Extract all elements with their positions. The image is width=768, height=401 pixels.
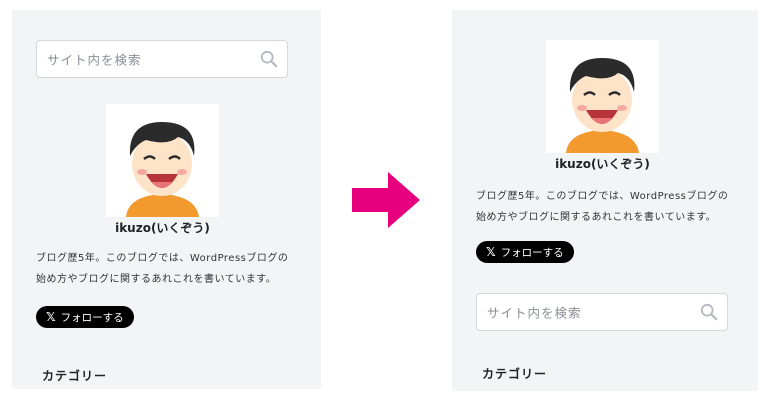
avatar: [546, 40, 659, 153]
x-logo-icon: 𝕏: [46, 310, 56, 324]
search-icon[interactable]: [700, 303, 718, 321]
x-follow-button[interactable]: 𝕏 フォローする: [476, 241, 574, 263]
profile-name: ikuzo(いくぞう): [115, 221, 210, 235]
follow-label: フォローする: [500, 246, 564, 259]
search-placeholder: サイト内を検索: [487, 305, 582, 321]
search-input[interactable]: サイト内を検索: [36, 40, 288, 78]
search-placeholder: サイト内を検索: [47, 52, 142, 68]
avatar: [106, 104, 219, 217]
bio-line: ブログ歴5年。このブログでは、WordPressブログの: [36, 253, 289, 264]
sidebar-before: サイト内を検索 ikuzo(いくぞう) ブログ歴5年。このブログでは、WordP…: [12, 10, 321, 389]
search-icon[interactable]: [260, 50, 278, 68]
x-follow-button[interactable]: 𝕏 フォローする: [36, 306, 134, 328]
search-input[interactable]: サイト内を検索: [476, 293, 728, 331]
bio-line: 始め方やブログに関するあれこれを書いています。: [36, 274, 277, 285]
x-logo-icon: 𝕏: [486, 245, 496, 259]
bio-line: ブログ歴5年。このブログでは、WordPressブログの: [476, 191, 729, 202]
bio-line: 始め方やブログに関するあれこれを書いています。: [476, 212, 717, 223]
sidebar-after: ikuzo(いくぞう) ブログ歴5年。このブログでは、WordPressブログの…: [452, 10, 758, 391]
follow-label: フォローする: [60, 311, 124, 324]
profile-name: ikuzo(いくぞう): [555, 157, 650, 171]
arrow-right-icon: [352, 172, 420, 228]
profile-bio: ブログ歴5年。このブログでは、WordPressブログの 始め方やブログに関する…: [476, 186, 728, 228]
profile-bio: ブログ歴5年。このブログでは、WordPressブログの 始め方やブログに関する…: [36, 248, 288, 290]
category-heading: カテゴリー: [482, 367, 548, 381]
category-heading: カテゴリー: [42, 369, 108, 383]
